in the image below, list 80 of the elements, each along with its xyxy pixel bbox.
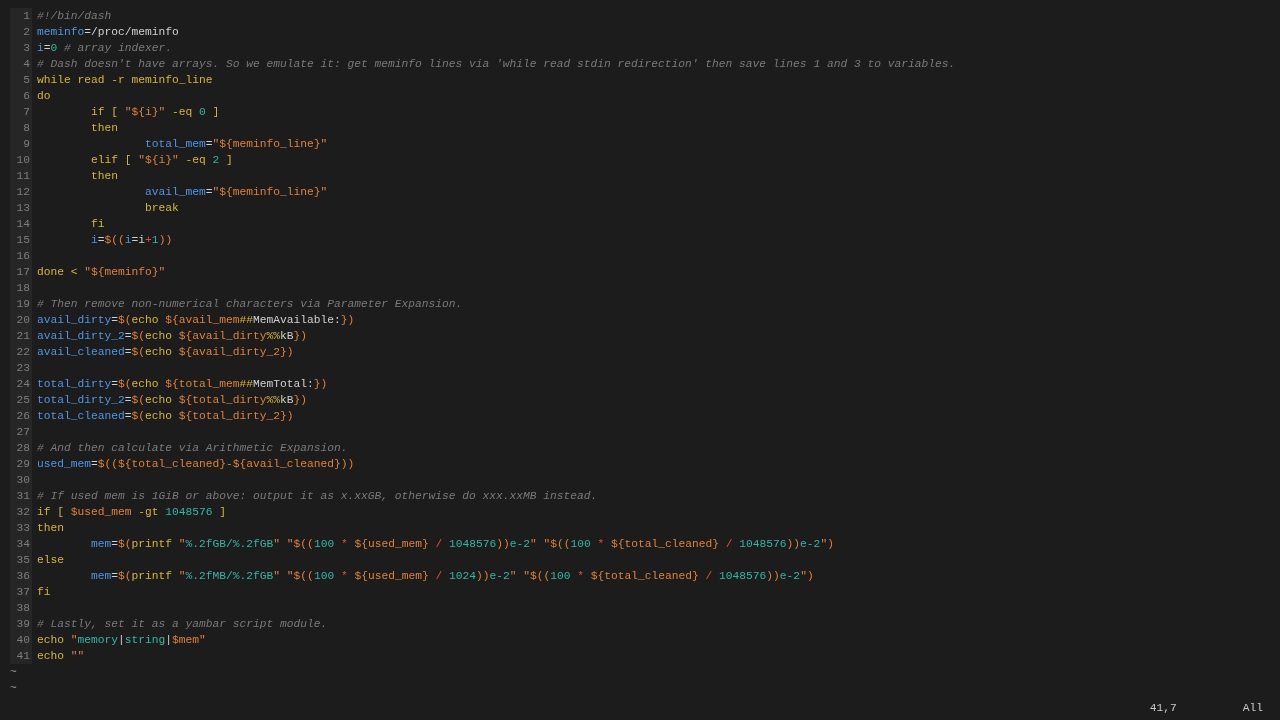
code-line: # Dash doesn't have arrays. So we emulate it: get meminfo lines via 'while read stdin redirection' then save lines 1 and 3 to variables. (37, 57, 956, 72)
code-line: # And then calculate via Arithmetic Expansion. (37, 441, 348, 456)
code-line: mem=$(printf "%.2fGB/%.2fGB" "$((100 * ${used_mem} / 1048576))e-2" "$((100 * ${total_cleaned} / 1048576))e-2") (90, 537, 834, 552)
code-line: then (37, 521, 64, 536)
line-number: 32 (10, 504, 32, 520)
line-number: 40 (10, 632, 32, 648)
code-line: total_dirty_2=$(echo ${total_dirty%%kB}) (37, 393, 308, 408)
line-number: 34 (10, 536, 32, 552)
code-line: avail_cleaned=$(echo ${avail_dirty_2}) (37, 345, 294, 360)
line-number: 27 (10, 424, 32, 440)
code-line: i=$((i=i+1)) (90, 233, 173, 248)
code-line: avail_dirty_2=$(echo ${avail_dirty%%kB}) (37, 329, 308, 344)
line-number: 7 (10, 104, 32, 120)
code-line: i=0 # array indexer. (37, 41, 173, 56)
code-line: avail_dirty=$(echo ${avail_mem##MemAvailable:}) (37, 313, 355, 328)
line-number: 35 (10, 552, 32, 568)
code-line: meminfo=/proc/meminfo (37, 25, 179, 40)
line-number: 11 (10, 168, 32, 184)
code-line: # Then remove non-numerical characters via Parameter Expansion. (37, 297, 463, 312)
line-number: 12 (10, 184, 32, 200)
line-number: 22 (10, 344, 32, 360)
code-line: used_mem=$((${total_cleaned}-${avail_cleaned})) (37, 457, 355, 472)
line-number: 19 (10, 296, 32, 312)
line-number: 6 (10, 88, 32, 104)
code-line: #!/bin/dash (37, 9, 112, 24)
line-number: 26 (10, 408, 32, 424)
code-line: avail_mem="${meminfo_line}" (144, 185, 328, 200)
empty-line-marker: ~ (10, 666, 17, 678)
line-number: 16 (10, 248, 32, 264)
code-line: total_mem="${meminfo_line}" (144, 137, 328, 152)
scroll-position: All (1242, 701, 1263, 716)
code-line: elif [ "${i}" -eq 2 ] (90, 153, 233, 168)
empty-line-marker: ~ (10, 682, 17, 694)
line-number: 38 (10, 600, 32, 616)
line-number: 37 (10, 584, 32, 600)
code-line: mem=$(printf "%.2fMB/%.2fGB" "$((100 * ${used_mem} / 1024))e-2" "$((100 * ${total_cleaned} / 1048576))e-2") (90, 569, 814, 584)
code-line: echo "memory|string|$mem" (37, 633, 206, 648)
line-number: 10 (10, 152, 32, 168)
line-number: 21 (10, 328, 32, 344)
code-line: echo "" (37, 649, 85, 664)
line-number: 17 (10, 264, 32, 280)
line-number: 4 (10, 56, 32, 72)
line-number: 28 (10, 440, 32, 456)
code-line: fi (90, 217, 105, 232)
line-number: 8 (10, 120, 32, 136)
code-line: total_cleaned=$(echo ${total_dirty_2}) (37, 409, 294, 424)
line-number: 9 (10, 136, 32, 152)
line-number: 36 (10, 568, 32, 584)
code-line: # If used mem is 1GiB or above: output it as x.xxGB, otherwise do xxx.xxMB instead. (37, 489, 598, 504)
line-number: 18 (10, 280, 32, 296)
code-line: else (37, 553, 64, 568)
line-number: 31 (10, 488, 32, 504)
line-number: 25 (10, 392, 32, 408)
code-line: done < "${meminfo}" (37, 265, 166, 280)
code-line: if [ $used_mem -gt 1048576 ] (37, 505, 227, 520)
code-line: then (90, 121, 119, 136)
line-number: 2 (10, 24, 32, 40)
line-number: 20 (10, 312, 32, 328)
line-number: 29 (10, 456, 32, 472)
code-line: while read -r meminfo_line (37, 73, 213, 88)
line-number: 3 (10, 40, 32, 56)
line-number: 5 (10, 72, 32, 88)
line-number: 13 (10, 200, 32, 216)
code-line: break (144, 201, 179, 216)
code-line: do (37, 89, 51, 104)
line-number: 23 (10, 360, 32, 376)
line-number: 33 (10, 520, 32, 536)
code-line: # Lastly, set it as a yambar script module. (37, 617, 328, 632)
line-number: 15 (10, 232, 32, 248)
code-line: then (90, 169, 119, 184)
line-number: 41 (10, 648, 32, 664)
line-number: 24 (10, 376, 32, 392)
code-line: total_dirty=$(echo ${total_mem##MemTotal:}) (37, 377, 328, 392)
cursor-position: 41,7 (1149, 701, 1178, 716)
line-number: 30 (10, 472, 32, 488)
line-number: 1 (10, 8, 32, 24)
code-line: fi (37, 585, 51, 600)
line-number: 14 (10, 216, 32, 232)
code-line: if [ "${i}" -eq 0 ] (90, 105, 220, 120)
line-number: 39 (10, 616, 32, 632)
